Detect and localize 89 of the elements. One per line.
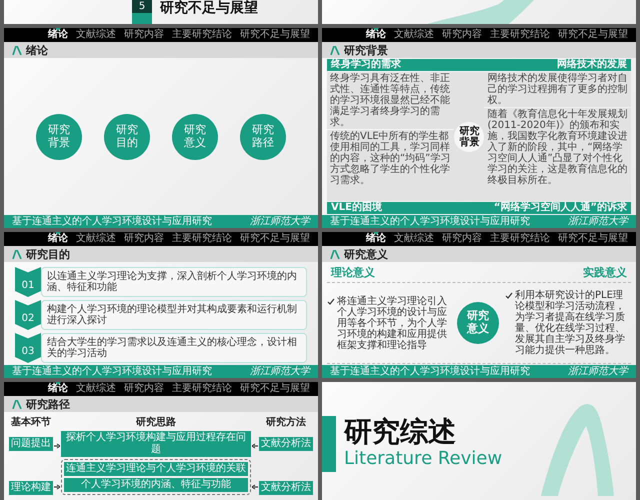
section-heading: VLE的困境 [327,202,454,214]
chapter-title: 研究综述 [344,416,457,448]
section-title: 研究不足与展望 [160,0,258,16]
arrow-icon [54,442,60,450]
accent-bar [132,13,152,24]
logo-mark-icon [330,250,340,258]
nav-tab[interactable]: 文献综述 [394,28,434,42]
step-number: 03 [15,333,41,363]
goal-text: 以连通主义学习理论为支撑，深入剖析个人学习环境的内涵、特征和功能 [41,267,307,297]
slide-title: 研究意义 [344,246,388,262]
check-icon [327,298,335,306]
nav-tab[interactable]: 文献综述 [76,232,116,246]
nav-tab[interactable]: 研究不足与展望 [558,28,628,42]
topic-circle: 研究背景 [36,114,82,160]
nav-tab[interactable]: 绪论 [366,232,386,246]
footer-caption: 基于连通主义的个人学习环境设计与应用研究 [330,215,530,228]
nav-tab[interactable]: 研究内容 [442,28,482,42]
slide-title: 绪论 [26,42,48,58]
column-heading: 实践意义 [583,265,627,280]
university-logo-text: 浙江师范大学 [568,365,628,378]
column-heading: 理论意义 [331,265,375,280]
nav-tab[interactable]: 研究内容 [124,28,164,42]
university-logo-text: 浙江师范大学 [250,365,310,378]
column-heading: 研究方法 [265,415,307,429]
goal-text: 构建个人学习环境的理论模型并对其构成要素和运行机制进行深入探讨 [41,300,307,330]
nav-tab[interactable]: 研究不足与展望 [240,382,310,396]
nav-tab[interactable]: 研究内容 [124,382,164,396]
column-heading: 基本环节 [10,416,52,429]
slide-title: 研究路径 [26,396,70,412]
nav-tab[interactable]: 研究不足与展望 [240,28,310,42]
body-text: 利用本研究设计的PLE理论模型和学习活动流程，为学习者提高在线学习质量、优化在线学习过程、发展其自主学习及终身学习能力提供一种思路。 [515,290,626,356]
goal-text: 结合大学生的学习需求以及连通主义的核心理念，设计相关的学习活动 [41,333,307,363]
arrow-icon [252,442,258,450]
nav-tab[interactable]: 绪论 [48,382,68,396]
body-text: 传统的VLE中所有的学生都使用相同的工具，学习同样的内容，这种的“均码”学习方式忽略了学生的个性化学习需求。 [327,130,454,201]
nav-tab[interactable]: 文献综述 [76,382,116,396]
logo-mark-icon [12,250,22,258]
step-number: 01 [15,267,41,297]
center-circle: 研究意义 [457,302,499,344]
slide-title: 研究目的 [26,246,70,262]
section-heading: 网络技术的发展 [454,59,631,71]
nav-tab[interactable]: 研究内容 [124,232,164,246]
stage-box: 问题提出 [9,437,53,451]
footer-caption: 基于连通主义的个人学习环境设计与应用研究 [330,365,530,378]
idea-box: 连通主义学习理论与个人学习环境的关联 [64,462,248,476]
idea-box: 探析个人学习环境构建与应用过程存在问题 [61,431,251,457]
topic-circle: 研究意义 [172,114,218,160]
nav-tab[interactable]: 主要研究结论 [172,28,232,42]
body-text: 随着《教育信息化十年发展规划(2011-2020年)》的颁布和实施，我国数字化教育环境建设进入了新的阶段，其中，“网络学习空间人人通”凸显了对个性化学习的关注，这是教育信息化的终极目标所在。 [484,108,631,201]
nav-tab[interactable]: 研究内容 [442,232,482,246]
nav-tab[interactable]: 主要研究结论 [172,232,232,246]
body-text: 将连通主义学习理论引入个人学习环境的设计与应用等各个环节，为个人学习环境的构建和应用提供框架支撑和理论指导 [337,296,448,350]
section-number: 5 [132,0,152,13]
arrow-icon [252,483,258,491]
nav-tab[interactable]: 研究不足与展望 [558,232,628,246]
idea-box: 个人学习环境的内涵、特征与功能 [64,478,248,492]
topic-circle: 研究路径 [240,114,286,160]
nav-tab[interactable]: 研究不足与展望 [240,232,310,246]
nav-tab[interactable]: 文献综述 [394,232,434,246]
body-text: 网络技术的发展使得学习者对自己的学习过程拥有了更多的控制权。 [484,72,631,107]
slide-title: 研究背景 [344,42,388,58]
chapter-subtitle: Literature Review [344,448,502,470]
nav-tab[interactable]: 文献综述 [76,28,116,42]
body-text: 终身学习具有泛在性、非正式性、连通性等特点，传统的学习环境很显然已经不能满足学习者终身学习的需求。 [327,72,454,129]
column-heading: 研究思路 [135,416,177,429]
check-icon [505,292,513,300]
nav-tab[interactable]: 主要研究结论 [490,232,550,246]
center-circle: 研究背景 [454,122,484,152]
logo-mark-icon [12,46,22,54]
method-box: 文献分析法 [259,437,313,451]
step-number: 02 [15,300,41,330]
nav-tab[interactable]: 主要研究结论 [490,28,550,42]
university-logo-text: 浙江师范大学 [568,215,628,228]
footer-caption: 基于连通主义的个人学习环境设计与应用研究 [12,215,212,228]
nav-tab[interactable]: 绪论 [48,232,68,246]
section-heading: 终身学习的需求 [327,59,454,71]
topic-circle: 研究目的 [104,114,150,160]
logo-mark-icon [12,400,22,408]
section-heading: “网络学习空间人人通”的诉求 [454,202,631,214]
nav-tab[interactable]: 绪论 [48,28,68,42]
stage-box: 理论构建 [9,481,53,495]
method-box: 文献分析法 [259,481,313,495]
nav-tab[interactable]: 绪论 [366,28,386,42]
accent-bar [322,416,336,472]
nav-tab[interactable]: 主要研究结论 [172,382,232,396]
logo-mark-icon [330,46,340,54]
footer-caption: 基于连通主义的个人学习环境设计与应用研究 [12,365,212,378]
arrow-icon [54,483,60,491]
university-logo-text: 浙江师范大学 [250,215,310,228]
